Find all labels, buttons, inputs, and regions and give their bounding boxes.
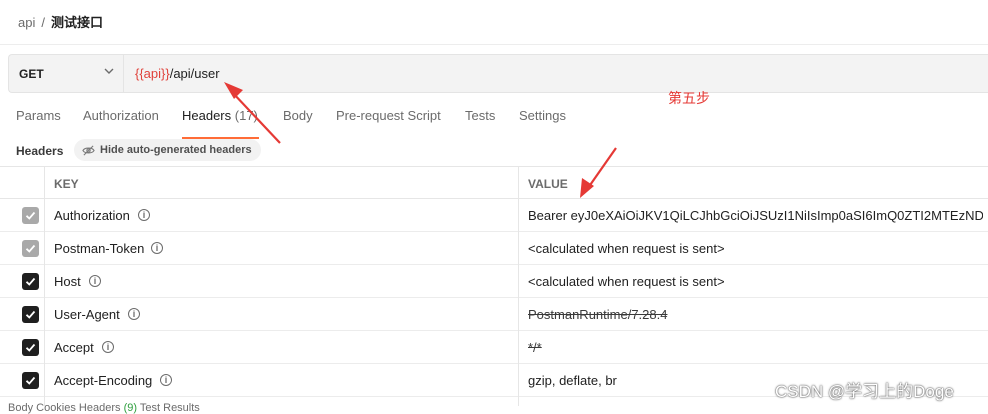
hide-auto-headers-label: Hide auto-generated headers — [100, 144, 252, 156]
info-icon[interactable]: i — [128, 308, 140, 320]
info-icon[interactable]: i — [89, 275, 101, 287]
header-key[interactable]: User-Agent — [54, 307, 120, 322]
column-divider — [44, 166, 45, 406]
response-tabs-label[interactable]: Body Cookies Headers — [8, 402, 121, 414]
response-tab-test-results[interactable]: Test Results — [140, 402, 200, 414]
header-value[interactable]: <calculated when request is sent> — [528, 241, 983, 256]
header-value[interactable]: <calculated when request is sent> — [528, 274, 983, 289]
tab-tests[interactable]: Tests — [465, 108, 495, 138]
checkmark-icon — [25, 244, 36, 253]
annotation-label: 第五步 — [668, 90, 710, 106]
tab-pre-request-script[interactable]: Pre-request Script — [336, 108, 441, 138]
breadcrumb-separator: / — [41, 15, 45, 30]
info-icon[interactable]: i — [102, 341, 114, 353]
info-icon[interactable]: i — [151, 242, 163, 254]
divider — [0, 44, 988, 45]
checkmark-icon — [25, 343, 36, 352]
method-select[interactable]: GET — [9, 55, 124, 92]
checkmark-icon — [25, 277, 36, 286]
checkmark-icon — [25, 310, 36, 319]
breadcrumb-current[interactable]: 测试接口 — [51, 15, 103, 30]
breadcrumb: api / 测试接口 — [18, 12, 103, 31]
row-checkbox[interactable] — [22, 240, 39, 257]
header-value[interactable]: */* — [528, 340, 983, 355]
row-checkbox[interactable] — [22, 339, 39, 356]
breadcrumb-root[interactable]: api — [18, 15, 35, 30]
column-key: KEY — [54, 177, 79, 191]
url-path: /api/user — [169, 66, 220, 81]
tab-settings[interactable]: Settings — [519, 108, 566, 138]
header-key[interactable]: Accept-Encoding — [54, 373, 152, 388]
checkmark-icon — [25, 376, 36, 385]
table-row: User-Agent i PostmanRuntime/7.28.4 — [0, 298, 988, 331]
response-tabs: Body Cookies Headers (9) Test Results — [8, 402, 200, 414]
headers-title: Headers — [16, 144, 64, 158]
column-value: VALUE — [528, 177, 568, 191]
request-url-bar: GET {{api}}/api/user — [8, 54, 988, 93]
response-headers-count: (9) — [123, 402, 138, 414]
eye-off-icon — [82, 144, 95, 156]
header-key[interactable]: Accept — [54, 340, 94, 355]
info-icon[interactable]: i — [160, 374, 172, 386]
header-key[interactable]: Authorization — [54, 208, 130, 223]
row-checkbox[interactable] — [22, 273, 39, 290]
tab-body[interactable]: Body — [283, 108, 313, 138]
watermark: CSDN @学习上的Doge — [775, 382, 954, 401]
tab-params[interactable]: Params — [16, 108, 61, 138]
method-label: GET — [19, 67, 44, 81]
table-row: Host i <calculated when request is sent> — [0, 265, 988, 298]
row-checkbox[interactable] — [22, 207, 39, 224]
header-key[interactable]: Host — [54, 274, 81, 289]
table-row: Postman-Token i <calculated when request… — [0, 232, 988, 265]
checkmark-icon — [25, 211, 36, 220]
table-header: KEY VALUE — [0, 166, 988, 199]
header-value[interactable]: Bearer eyJ0eXAiOiJKV1QiLCJhbGciOiJSUzI1N… — [528, 208, 983, 223]
table-row: Authorization i Bearer eyJ0eXAiOiJKV1QiL… — [0, 199, 988, 232]
chevron-down-icon — [104, 68, 114, 74]
row-checkbox[interactable] — [22, 306, 39, 323]
url-input[interactable]: {{api}}/api/user — [135, 66, 220, 81]
row-checkbox[interactable] — [22, 372, 39, 389]
table-row: Accept i */* — [0, 331, 988, 364]
tab-authorization[interactable]: Authorization — [83, 108, 159, 138]
hide-auto-headers-button[interactable]: Hide auto-generated headers — [74, 139, 261, 161]
tab-headers[interactable]: Headers (17) — [182, 108, 258, 138]
header-value[interactable]: PostmanRuntime/7.28.4 — [528, 307, 983, 322]
info-icon[interactable]: i — [138, 209, 150, 221]
column-divider[interactable] — [518, 166, 519, 406]
header-key[interactable]: Postman-Token — [54, 241, 144, 256]
url-variable: {{api}} — [135, 66, 170, 81]
tab-headers-count: (17) — [234, 108, 258, 123]
